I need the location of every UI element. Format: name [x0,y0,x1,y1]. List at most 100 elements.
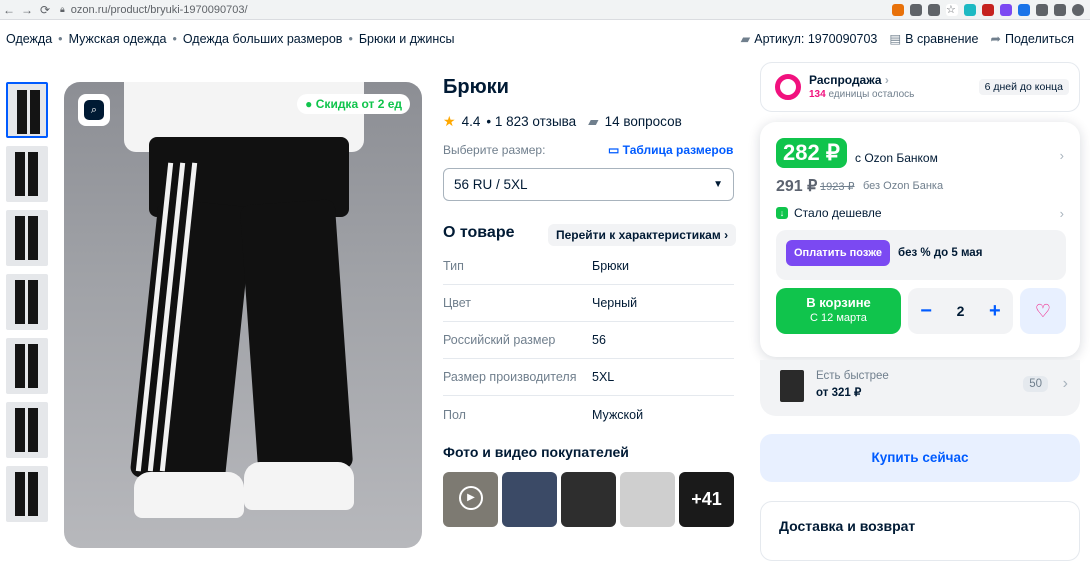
characteristics-link[interactable]: Перейти к характеристикам › [548,224,737,246]
size-table-label: Таблица размеров [622,143,734,157]
no-bank-label: без Ozon Банка [863,180,944,192]
buy-now-button[interactable]: Купить сейчас [760,434,1080,482]
product-title: Брюки [443,76,509,98]
quantity-stepper: − 2 + [908,288,1013,334]
extension-icon[interactable] [1000,3,1012,16]
price-drop-label: Стало дешевле [794,206,882,220]
share-label: Поделиться [1004,32,1074,46]
sale-remaining: 134 единицы осталось [809,89,915,100]
left-leg-shape [129,197,254,487]
thumbnail[interactable] [6,274,48,330]
profile-icon[interactable] [1072,3,1084,16]
bank-price-label: с Ozon Банком [855,151,938,165]
play-icon: ▶ [459,486,483,510]
faster-delivery-offer[interactable]: Есть быстрее от 321 ₽ 50 › [760,360,1080,416]
chevron-right-icon: › [1062,375,1068,392]
extension-icon[interactable] [1018,3,1030,16]
extension-icon[interactable] [964,3,976,16]
product-main-image[interactable]: ⌕ ● Скидка от 2 ед [64,82,422,548]
discount-badge: ● Скидка от 2 ед [297,94,410,114]
chevron-right-icon[interactable]: › [1060,148,1064,163]
sale-card[interactable]: Распродажа › 134 единицы осталось 6 дней… [760,62,1080,112]
url-text: ozon.ru/product/bryuki-1970090703/ [70,3,248,16]
in-cart-date: С 12 марта [810,312,867,324]
article-link[interactable]: ▰ Артикул: 1970090703 [741,31,878,46]
extensions-puzzle-icon[interactable] [1036,3,1048,16]
compare-icon: ▤ [889,32,902,46]
article-number: Артикул: 1970090703 [754,32,878,46]
customer-photo[interactable] [561,472,616,527]
size-select[interactable]: 56 RU / 5XL ▼ [443,168,734,201]
spec-key: Тип [443,259,464,273]
sale-title: Распродажа › [809,73,889,87]
thumbnail[interactable] [6,338,48,394]
spec-value: Мужской [592,407,644,422]
favorite-button[interactable]: ♡ [1020,288,1066,334]
plus-button[interactable]: + [989,300,1001,323]
thumbnail[interactable] [6,82,48,138]
breadcrumb: Одежда • Мужская одежда • Одежда больших… [6,32,455,46]
pay-later-block: Оплатить позже без % до 5 мая [776,230,1066,280]
install-icon[interactable] [928,3,940,16]
share-button[interactable]: ➦ Поделиться [990,31,1074,46]
extension-icon[interactable] [982,3,994,16]
rating-value: 4.4 [461,114,481,129]
customer-photo[interactable] [620,472,675,527]
size-table-icon: ▭ [608,143,623,157]
compare-label: В сравнение [905,32,979,46]
browser-toolbar: ← → ⟳ 🔒︎ ozon.ru/product/bryuki-19700907… [0,0,1090,20]
spec-value: Черный [592,296,638,310]
compare-button[interactable]: ▤ В сравнение [889,31,978,46]
in-cart-button[interactable]: В корзине С 12 марта [776,288,901,334]
customer-video[interactable]: ▶ [443,472,498,527]
bank-price: 282 ₽ [776,138,847,168]
offer-thumbnail [780,370,804,402]
thumbnail[interactable] [6,210,48,266]
reviews-link[interactable]: • 1 823 отзыва [486,114,576,129]
thumbnail[interactable] [6,466,48,522]
customer-photo[interactable] [502,472,557,527]
regular-price: 291 ₽ [776,178,818,195]
spec-row: Тип Брюки [443,248,734,285]
extension-icon[interactable] [892,3,904,16]
chevron-right-icon[interactable]: › [1060,206,1064,221]
image-search-icon: ⌕ [84,100,104,120]
price-drop-info[interactable]: ↓ Стало дешевле [776,206,882,220]
back-icon[interactable]: ← [0,3,18,17]
sale-ends-badge: 6 дней до конца [978,79,1069,95]
thumbnail[interactable] [6,146,48,202]
faster-count-badge: 50 [1023,376,1048,392]
spec-value: 5XL [592,370,615,384]
share-page-icon[interactable] [910,3,922,16]
thumbnail[interactable] [6,402,48,458]
sidebar-icon[interactable] [1054,3,1066,16]
pay-later-button[interactable]: Оплатить позже [786,240,890,266]
breadcrumb-item[interactable]: Мужская одежда [69,32,167,46]
bookmark-star-icon[interactable]: ☆ [946,3,958,16]
size-label: Выберите размер: [443,143,546,157]
in-cart-label: В корзине [806,295,871,310]
minus-button[interactable]: − [920,300,932,323]
breadcrumb-item[interactable]: Одежда [6,32,52,46]
forward-icon[interactable]: → [18,3,36,17]
reload-icon[interactable]: ⟳ [36,3,54,17]
chevron-right-icon: › [724,228,729,242]
size-table-link[interactable]: ▭ Таблица размеров [608,143,733,157]
breadcrumb-item[interactable]: Брюки и джинсы [359,32,455,46]
breadcrumb-separator: • [172,32,177,46]
questions-link[interactable]: 14 вопросов [605,114,682,129]
breadcrumb-separator: • [348,32,353,46]
question-icon: ▰ [588,113,599,129]
price-card: 282 ₽ с Ozon Банком › 291 ₽ 1923 ₽ без O… [760,122,1080,357]
discount-badge-text: Скидка от 2 ед [315,97,402,111]
delivery-card[interactable]: Доставка и возврат [760,501,1080,561]
address-bar[interactable]: 🔒︎ ozon.ru/product/bryuki-1970090703/ [60,2,884,18]
heart-icon: ♡ [1034,300,1052,321]
more-photos-button[interactable]: +41 [679,472,734,527]
price-down-icon: ↓ [776,207,788,219]
sale-logo-icon [775,74,801,100]
breadcrumb-item[interactable]: Одежда больших размеров [183,32,343,46]
rating-row: ★ 4.4 • 1 823 отзыва ▰ 14 вопросов [443,113,682,130]
old-price: 1923 ₽ [820,181,855,193]
image-search-button[interactable]: ⌕ [78,94,110,126]
